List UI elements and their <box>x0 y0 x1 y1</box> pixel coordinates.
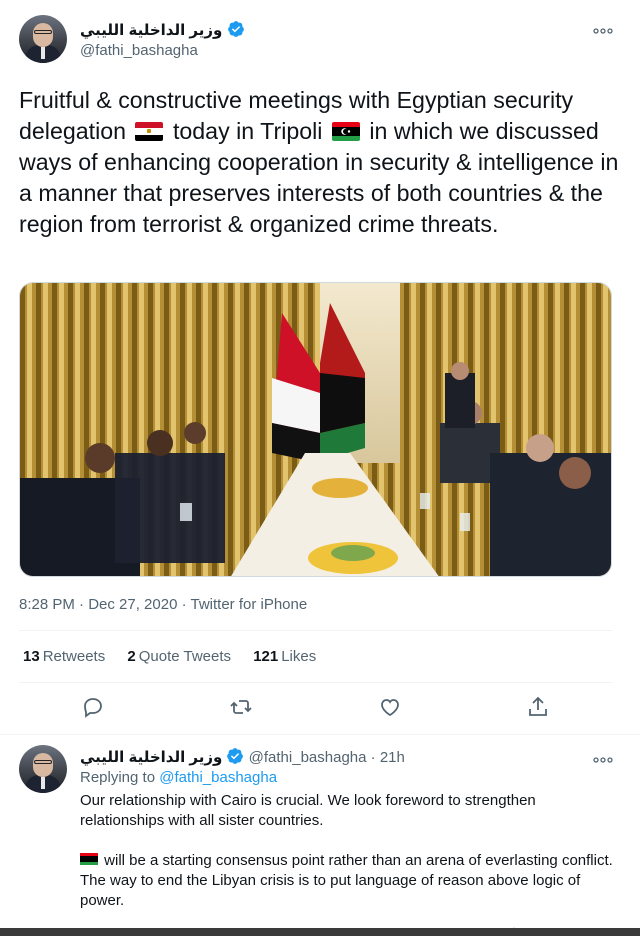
replying-to: Replying to @fathi_bashagha <box>80 769 277 786</box>
author-avatar[interactable] <box>19 15 67 63</box>
reply-author-avatar[interactable] <box>19 745 67 793</box>
author-handle[interactable]: @fathi_bashagha <box>80 42 245 59</box>
replying-to-handle[interactable]: @fathi_bashagha <box>159 769 277 786</box>
retweets-label: Retweets <box>42 648 106 665</box>
likes-count: 121 <box>253 648 279 665</box>
quotes-label: Quote Tweets <box>138 648 232 665</box>
tweet-text: Fruitful & constructive meetings with Eg… <box>19 85 624 240</box>
retweet-icon[interactable] <box>229 695 253 719</box>
tweet-text-part2: today in Tripoli <box>172 118 323 144</box>
reply-paragraph-1: Our relationship with Cairo is crucial. … <box>80 792 536 829</box>
likes-stat[interactable]: 121 Likes <box>253 648 316 665</box>
share-icon[interactable] <box>526 695 550 719</box>
tweet-stats: 13 Retweets 2 Quote Tweets 121 Likes <box>23 648 334 665</box>
reply-tweet[interactable]: وزير الداخلية الليبي @fathi_bashagha · 2… <box>0 735 640 936</box>
retweets-stat[interactable]: 13 Retweets <box>23 648 105 665</box>
reply-time[interactable]: 21h <box>380 749 405 766</box>
window-bottom-edge <box>0 928 640 936</box>
more-options-icon[interactable] <box>593 22 613 38</box>
likes-label: Likes <box>281 648 317 665</box>
quotes-stat[interactable]: 2 Quote Tweets <box>127 648 231 665</box>
verified-badge-icon <box>227 21 244 37</box>
reply-text: Our relationship with Cairo is crucial. … <box>80 791 620 911</box>
author-name[interactable]: وزير الداخلية الليبي <box>80 22 222 39</box>
quotes-count: 2 <box>127 648 136 665</box>
like-icon[interactable] <box>378 695 402 719</box>
reply-header: وزير الداخلية الليبي @fathi_bashagha · 2… <box>80 748 405 766</box>
tweet-photo[interactable] <box>19 282 612 577</box>
reply-paragraph-2: will be a starting consensus point rathe… <box>80 852 613 909</box>
reply-author-name[interactable]: وزير الداخلية الليبي <box>80 749 222 766</box>
meeting-photo-illustration <box>20 283 611 576</box>
retweets-count: 13 <box>23 648 40 665</box>
tweet-actions <box>0 695 640 725</box>
more-options-icon[interactable] <box>593 751 613 767</box>
reply-author-handle[interactable]: @fathi_bashagha <box>249 749 367 766</box>
libya-flag-icon <box>331 122 360 141</box>
divider <box>19 630 612 631</box>
tweet-timestamp[interactable]: 8:28 PM · Dec 27, 2020 · Twitter for iPh… <box>19 596 307 613</box>
verified-badge-icon <box>227 748 244 764</box>
divider <box>19 682 612 683</box>
replying-to-label: Replying to <box>80 769 156 786</box>
libya-flag-icon <box>80 853 98 865</box>
reply-icon[interactable] <box>81 695 105 719</box>
author-header: وزير الداخلية الليبي @fathi_bashagha <box>80 20 245 59</box>
egypt-flag-icon <box>135 122 164 141</box>
